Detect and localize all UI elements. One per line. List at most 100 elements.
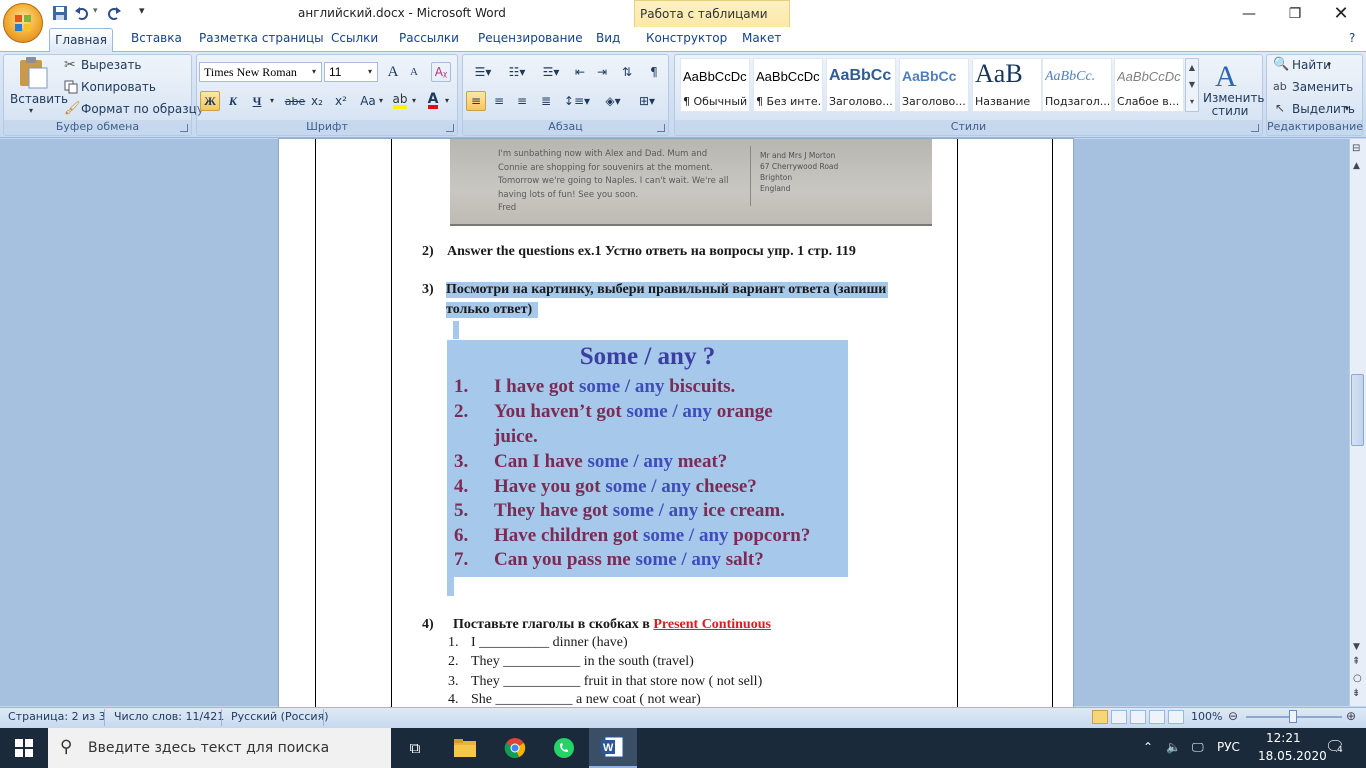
numbering-button[interactable]: ☷▾: [502, 62, 532, 82]
font-color-dropdown-icon[interactable]: ▾: [445, 96, 449, 105]
word-taskbar-button[interactable]: W: [589, 728, 637, 768]
customize-toolbar-icon[interactable]: ▾: [139, 4, 145, 17]
italic-button[interactable]: К: [223, 91, 243, 111]
zoom-out-icon[interactable]: ⊖: [1228, 709, 1238, 723]
shading-button[interactable]: ◈▾: [598, 91, 628, 111]
style-heading2[interactable]: AaBbCc Заголово...: [899, 58, 969, 112]
tab-view[interactable]: Вид: [596, 31, 620, 45]
web-layout-view-icon[interactable]: [1130, 710, 1146, 724]
line-spacing-button[interactable]: ↕≡▾: [562, 91, 592, 111]
help-icon[interactable]: ?: [1349, 31, 1355, 45]
undo-dropdown-icon[interactable]: ▾: [93, 6, 98, 16]
outline-view-icon[interactable]: [1149, 710, 1165, 724]
align-left-button[interactable]: ≡: [466, 91, 486, 111]
ruler-toggle-icon[interactable]: ⊟: [1352, 143, 1360, 154]
tab-page-layout[interactable]: Разметка страницы: [199, 31, 324, 45]
word-count-status[interactable]: Число слов: 11/421: [114, 710, 224, 723]
clipboard-launcher-icon[interactable]: [180, 124, 188, 132]
sort-button[interactable]: ⇅: [617, 62, 637, 82]
whatsapp-button[interactable]: [540, 728, 588, 768]
decrease-indent-button[interactable]: ⇤: [570, 62, 590, 82]
increase-indent-button[interactable]: ⇥: [592, 62, 612, 82]
previous-page-icon[interactable]: ⇞: [1352, 656, 1360, 667]
zoom-in-icon[interactable]: ⊕: [1346, 709, 1356, 723]
close-button[interactable]: ✕: [1318, 0, 1364, 27]
select-browse-object-icon[interactable]: ○: [1353, 673, 1362, 684]
bullets-button[interactable]: ☰▾: [468, 62, 498, 82]
chrome-button[interactable]: [491, 728, 539, 768]
file-explorer-button[interactable]: [441, 728, 489, 768]
find-dropdown-icon[interactable]: ▾: [1327, 60, 1331, 69]
replace-button[interactable]: Заменить: [1292, 80, 1353, 94]
draft-view-icon[interactable]: [1168, 710, 1184, 724]
underline-button[interactable]: Ч: [247, 91, 267, 111]
page-count-status[interactable]: Страница: 2 из 3: [8, 710, 106, 723]
grow-font-button[interactable]: A: [383, 62, 403, 82]
change-styles-icon[interactable]: A: [1213, 58, 1245, 90]
zoom-level[interactable]: 100%: [1191, 710, 1222, 723]
tab-home[interactable]: Главная: [49, 28, 113, 52]
tab-layout[interactable]: Макет: [742, 31, 781, 45]
font-color-button[interactable]: A: [423, 91, 443, 111]
change-case-button[interactable]: Aa: [356, 91, 380, 111]
clear-format-button[interactable]: Aᵪ: [431, 62, 451, 82]
volume-icon[interactable]: 🔈: [1166, 740, 1181, 754]
format-painter-button[interactable]: Формат по образцу: [81, 102, 204, 116]
copy-button[interactable]: Копировать: [81, 80, 156, 94]
strikethrough-button[interactable]: abe: [283, 91, 307, 111]
change-styles-button[interactable]: Изменить стили: [1203, 92, 1265, 118]
bold-button[interactable]: Ж: [200, 91, 220, 111]
underline-dropdown-icon[interactable]: ▾: [270, 96, 274, 105]
align-center-button[interactable]: ≡: [489, 91, 509, 111]
clock-time[interactable]: 12:21: [1266, 731, 1301, 745]
find-button[interactable]: Найти: [1292, 58, 1331, 72]
cut-button[interactable]: Вырезать: [81, 58, 142, 72]
justify-button[interactable]: ≣: [536, 91, 556, 111]
style-subtitle[interactable]: AaBbCc. Подзагол...: [1042, 58, 1112, 112]
paste-icon[interactable]: [17, 56, 49, 90]
select-dropdown-icon[interactable]: ▾: [1345, 104, 1349, 113]
highlight-button[interactable]: ab: [390, 91, 410, 111]
style-heading1[interactable]: AaBbCc Заголово...: [826, 58, 896, 112]
paragraph-launcher-icon[interactable]: [657, 124, 665, 132]
show-hidden-icons-icon[interactable]: ⌃: [1143, 740, 1153, 754]
style-no-spacing[interactable]: AaBbCcDc ¶ Без инте...: [753, 58, 823, 112]
paste-dropdown-icon[interactable]: ▾: [29, 106, 33, 115]
task-view-button[interactable]: ⧉: [391, 728, 439, 768]
align-right-button[interactable]: ≡: [512, 91, 532, 111]
redo-icon[interactable]: [106, 5, 122, 21]
highlight-dropdown-icon[interactable]: ▾: [412, 96, 416, 105]
scroll-down-icon[interactable]: ▼: [1353, 642, 1360, 652]
style-title[interactable]: AaB Название: [972, 58, 1042, 112]
font-size-dropdown-icon[interactable]: ▾: [368, 67, 372, 76]
tab-references[interactable]: Ссылки: [331, 31, 378, 45]
superscript-button[interactable]: x²: [331, 91, 351, 111]
style-subtle-emphasis[interactable]: AaBbCcDc Слабое в...: [1114, 58, 1184, 112]
font-name-dropdown-icon[interactable]: ▾: [312, 67, 316, 76]
multilevel-list-button[interactable]: ☲▾: [536, 62, 566, 82]
full-screen-view-icon[interactable]: [1111, 710, 1127, 724]
restore-button[interactable]: ❐: [1272, 0, 1318, 27]
borders-button[interactable]: ⊞▾: [632, 91, 662, 111]
tab-design[interactable]: Конструктор: [646, 31, 727, 45]
next-page-icon[interactable]: ⇟: [1352, 688, 1360, 699]
change-case-dropdown-icon[interactable]: ▾: [379, 96, 383, 105]
tab-insert[interactable]: Вставка: [131, 31, 182, 45]
print-layout-view-icon[interactable]: [1092, 710, 1108, 724]
undo-icon[interactable]: [74, 5, 90, 21]
network-icon[interactable]: 🖵: [1192, 740, 1204, 755]
styles-launcher-icon[interactable]: [1251, 124, 1259, 132]
tab-mailings[interactable]: Рассылки: [399, 31, 459, 45]
font-launcher-icon[interactable]: [446, 124, 454, 132]
language-status[interactable]: Русский (Россия): [231, 710, 329, 723]
style-normal[interactable]: AaBbCcDc ¶ Обычный: [680, 58, 750, 112]
font-name-combo[interactable]: Times New Roman: [199, 62, 322, 82]
styles-scroll[interactable]: ▲ ▼ ▾: [1185, 58, 1199, 112]
show-marks-button[interactable]: ¶: [644, 62, 664, 82]
clock-date[interactable]: 18.05.2020: [1258, 749, 1327, 763]
paste-button[interactable]: Вставить: [10, 92, 68, 106]
minimize-button[interactable]: —: [1226, 0, 1272, 27]
zoom-slider-thumb[interactable]: [1289, 710, 1297, 723]
input-language[interactable]: РУС: [1217, 740, 1240, 754]
subscript-button[interactable]: x₂: [307, 91, 327, 111]
